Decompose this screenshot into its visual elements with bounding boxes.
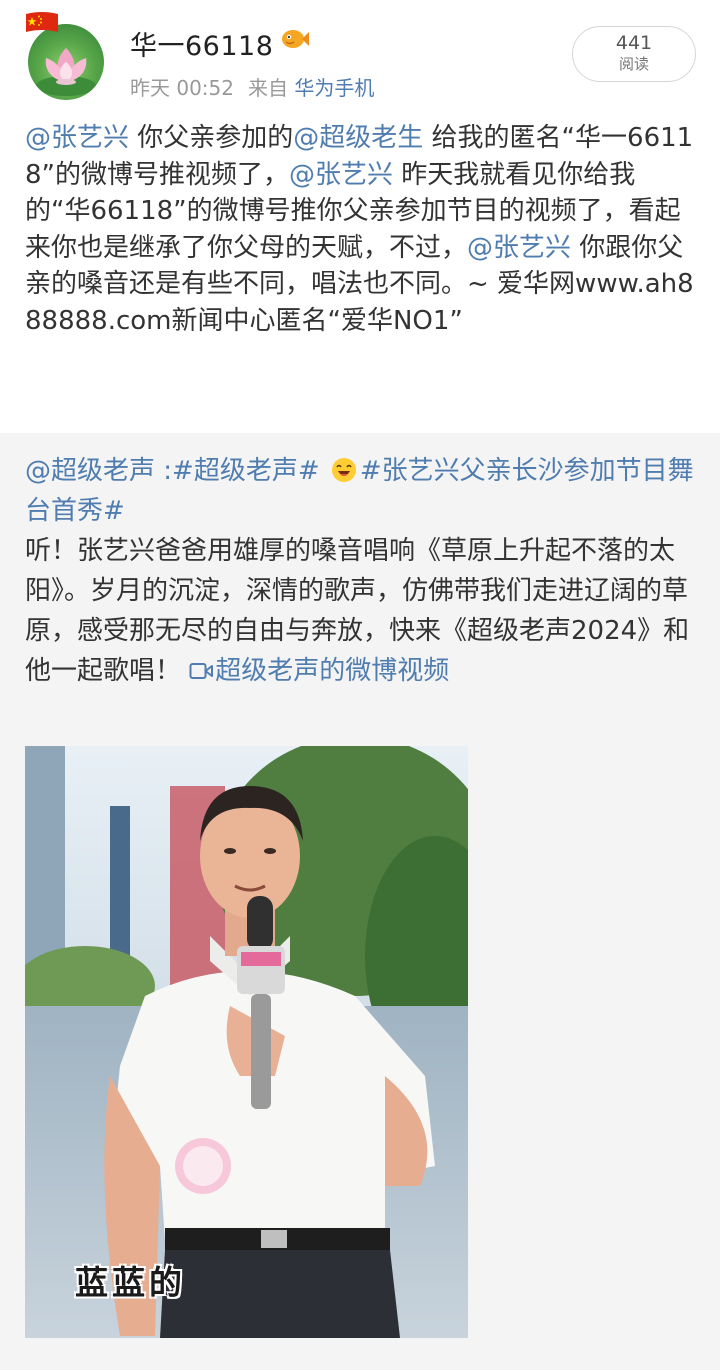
post-time: 昨天 00:52 [130, 76, 234, 100]
repost-sep: : [155, 456, 173, 486]
video-link[interactable]: 超级老声的微博视频 [189, 656, 449, 686]
source-prefix: 来自 [248, 76, 288, 100]
topic-link[interactable]: #超级老声# [172, 456, 320, 486]
video-link-label: 超级老声的微博视频 [215, 656, 450, 686]
post-header: 华一66118 昨天 00:52 来自 华为手机 441 阅读 [0, 0, 720, 110]
video-thumbnail[interactable]: 蓝蓝的 [25, 746, 468, 1338]
post-text-segment: 你父亲参加的 [129, 123, 294, 153]
repost-card[interactable]: @超级老声 :#超级老声# #张艺兴父亲长沙参加节目舞台首秀# 听！张艺兴爸爸用… [0, 433, 720, 1370]
mention-link[interactable]: @超级老生 [293, 123, 423, 153]
read-label: 阅读 [618, 55, 649, 73]
avatar[interactable] [24, 10, 108, 100]
repost-body: @超级老声 :#超级老声# #张艺兴父亲长沙参加节目舞台首秀# 听！张艺兴爸爸用… [25, 451, 695, 691]
read-count: 441 [615, 32, 653, 54]
mention-link[interactable]: @张艺兴 [25, 123, 129, 153]
post-meta: 昨天 00:52 来自 华为手机 [130, 72, 374, 101]
repost-author-link[interactable]: @超级老声 [25, 456, 155, 486]
source-device[interactable]: 华为手机 [294, 76, 374, 100]
china-flag-icon [24, 10, 60, 36]
image-caption: 蓝蓝的 [75, 1263, 186, 1302]
post-body: @张艺兴 你父亲参加的@超级老生 给我的匿名“华一66118”的微博号推视频了，… [25, 120, 695, 339]
video-link-icon [189, 661, 214, 681]
laughing-emoji-icon [331, 457, 357, 483]
fish-badge-icon[interactable] [280, 26, 310, 52]
weibo-post: 华一66118 昨天 00:52 来自 华为手机 441 阅读 @张艺兴 你父亲参… [0, 0, 720, 1370]
author-name[interactable]: 华一66118 [130, 24, 273, 63]
read-count-badge[interactable]: 441 阅读 [572, 26, 696, 82]
mention-link[interactable]: @张艺兴 [467, 233, 571, 263]
mention-link[interactable]: @张艺兴 [289, 160, 393, 190]
